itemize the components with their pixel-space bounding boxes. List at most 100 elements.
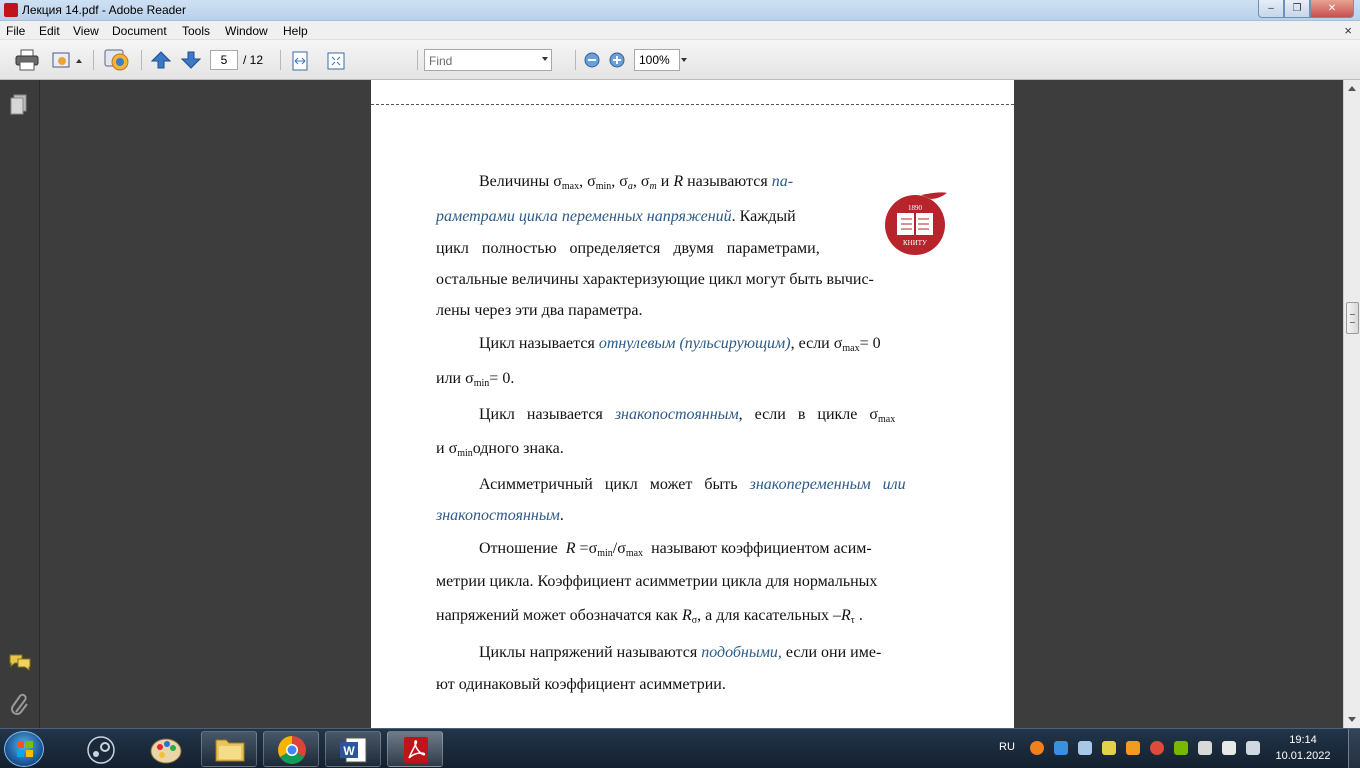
fit-width-button[interactable] xyxy=(289,50,311,72)
share-icon xyxy=(52,52,82,68)
scrollbar-thumb[interactable] xyxy=(1346,302,1359,334)
page-number-input[interactable]: 5 xyxy=(210,50,238,70)
show-desktop-button[interactable] xyxy=(1348,729,1360,768)
menu-bar: File Edit View Document Tools Window Hel… xyxy=(0,21,1360,40)
chevron-down-icon[interactable] xyxy=(542,57,548,61)
volume-tray-icon[interactable] xyxy=(1198,741,1212,755)
menu-tools[interactable]: Tools xyxy=(182,24,210,38)
tools-tray-icon[interactable] xyxy=(1102,741,1116,755)
taskbar-chrome[interactable] xyxy=(263,731,319,767)
close-document-button[interactable]: × xyxy=(1344,23,1352,38)
cloud-tray-icon[interactable] xyxy=(1054,741,1068,755)
navigation-pane xyxy=(0,80,40,728)
svg-text:КНИТУ: КНИТУ xyxy=(903,239,927,247)
display-tray-icon[interactable] xyxy=(1078,741,1092,755)
menu-edit[interactable]: Edit xyxy=(39,24,60,38)
paragraph-1-line-1: Величины σmax, σmin, σa, σm и R называют… xyxy=(479,173,794,192)
taskbar-word[interactable]: W xyxy=(325,731,381,767)
menu-help[interactable]: Help xyxy=(283,24,308,38)
paragraph-1-line-2: раметрами цикла переменных напряжений. К… xyxy=(436,208,796,225)
menu-view[interactable]: View xyxy=(73,24,99,38)
window-title: Лекция 14.pdf - Adobe Reader xyxy=(22,3,186,17)
paragraph-1-line-4: остальные величины характеризующие цикл … xyxy=(436,271,874,288)
scroll-down-arrow-icon[interactable] xyxy=(1348,717,1356,722)
paragraph-5-line-2: метрии цикла. Коэффициент асимметрии цик… xyxy=(436,573,878,590)
fit-page-icon xyxy=(327,52,345,70)
windows-logo-icon xyxy=(17,741,33,757)
paragraph-5-line-1: Отношение R =σmin/σmax называют коэффици… xyxy=(479,540,872,559)
paint-palette-icon xyxy=(150,738,182,764)
clock-time[interactable]: 19:14 xyxy=(1270,734,1336,746)
pages-panel-button[interactable] xyxy=(10,94,28,119)
zoom-in-icon xyxy=(609,52,625,68)
page-total-label: / 12 xyxy=(243,53,264,67)
paperclip-icon xyxy=(11,693,28,715)
svg-text:W: W xyxy=(343,744,355,758)
taskbar-adobe-reader[interactable] xyxy=(387,731,443,767)
paragraph-6-line-2: ют одинаковый коэффициент асимметрии. xyxy=(436,676,726,693)
attachments-panel-button[interactable] xyxy=(10,692,30,719)
share-button[interactable] xyxy=(50,48,86,72)
paragraph-2-line-1: Цикл называется отнулевым (пульсирующим)… xyxy=(479,335,881,354)
menu-file[interactable]: File xyxy=(6,24,25,38)
title-bar: Лекция 14.pdf - Adobe Reader – ❐ ✕ xyxy=(0,0,1360,21)
globe-sync-icon xyxy=(104,49,129,71)
fit-page-button[interactable] xyxy=(325,50,347,72)
zoom-in-button[interactable] xyxy=(609,52,625,68)
zoom-dropdown-chevron-icon[interactable] xyxy=(681,58,687,62)
close-button[interactable]: ✕ xyxy=(1310,0,1354,18)
avast-tray-icon[interactable] xyxy=(1030,741,1044,755)
paragraph-1-line-3: цикл полностью определяется двумя параме… xyxy=(436,240,820,257)
paragraph-4-line-1: Асимметричный цикл может быть знакоперем… xyxy=(479,476,906,493)
taskbar-steam[interactable] xyxy=(72,731,128,767)
pages-icon xyxy=(10,94,27,115)
paragraph-2-line-2: или σmin= 0. xyxy=(436,370,515,389)
zoom-out-icon xyxy=(584,52,600,68)
zoom-input[interactable]: 100% xyxy=(634,49,680,71)
paragraph-5-line-3: напряжений может обозначатся как Rσ, а д… xyxy=(436,607,863,626)
printer-icon xyxy=(15,49,39,71)
sync-button[interactable] xyxy=(102,46,132,74)
paragraph-6-line-1: Циклы напряжений называются подобными, е… xyxy=(479,644,882,661)
fit-width-icon xyxy=(292,51,308,71)
maximize-button[interactable]: ❐ xyxy=(1284,0,1310,18)
vertical-scrollbar[interactable] xyxy=(1343,80,1360,728)
menu-document[interactable]: Document xyxy=(112,24,167,38)
action-center-flag-icon[interactable] xyxy=(1222,741,1236,755)
taskbar-explorer[interactable] xyxy=(201,731,257,767)
toolbar xyxy=(0,40,1360,80)
scroll-up-arrow-icon[interactable] xyxy=(1348,86,1356,91)
language-indicator[interactable]: RU xyxy=(999,741,1015,753)
minimize-button[interactable]: – xyxy=(1258,0,1284,18)
arrow-down-icon xyxy=(181,51,201,69)
comments-icon xyxy=(9,654,31,671)
nvidia-tray-icon[interactable] xyxy=(1174,741,1188,755)
paragraph-1-line-5: лены через эти два параметра. xyxy=(436,302,643,319)
kniitu-logo: 1890 КНИТУ xyxy=(881,189,949,257)
zoom-out-button[interactable] xyxy=(584,52,600,68)
taskbar-paint[interactable] xyxy=(137,731,193,767)
security-tray-icon[interactable] xyxy=(1150,741,1164,755)
paragraph-4-line-2: знакопостоянным. xyxy=(436,507,564,524)
next-page-button[interactable] xyxy=(180,50,202,70)
find-input[interactable]: Find xyxy=(424,49,552,71)
comments-panel-button[interactable] xyxy=(8,652,32,675)
window-controls: – ❐ ✕ xyxy=(1258,0,1354,18)
update-tray-icon[interactable] xyxy=(1126,741,1140,755)
folder-icon xyxy=(215,739,245,762)
page-boundary-line xyxy=(371,104,1014,105)
previous-page-button[interactable] xyxy=(150,50,172,70)
arrow-up-icon xyxy=(151,51,171,69)
steam-icon xyxy=(87,736,115,764)
menu-window[interactable]: Window xyxy=(225,24,268,38)
print-button[interactable] xyxy=(14,48,40,72)
paragraph-3-line-2: и σminодного знака. xyxy=(436,440,564,459)
paragraph-3-line-1: Цикл называется знакопостоянным, если в … xyxy=(479,406,896,425)
svg-text:1890: 1890 xyxy=(908,204,923,212)
start-button[interactable] xyxy=(4,731,44,767)
network-tray-icon[interactable] xyxy=(1246,741,1260,755)
clock-date[interactable]: 10.01.2022 xyxy=(1270,750,1336,762)
university-seal-icon: 1890 КНИТУ xyxy=(885,192,947,255)
adobe-pdf-icon xyxy=(404,737,428,763)
chrome-icon xyxy=(278,736,306,764)
